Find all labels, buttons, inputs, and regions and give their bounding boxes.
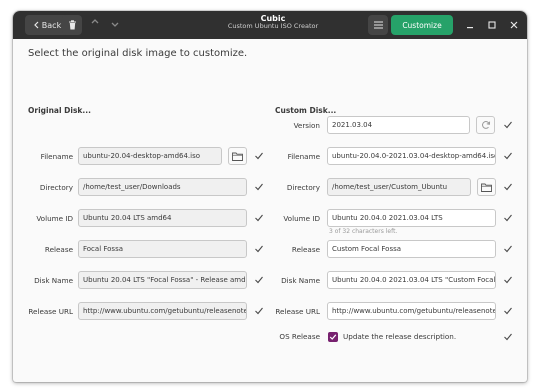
original-filename-label: Filename	[40, 152, 73, 161]
custom-directory-field[interactable]: /home/test_user/Custom_Ubuntu	[327, 178, 471, 196]
original-disk-name-label: Disk Name	[34, 276, 73, 285]
minimize-icon	[467, 27, 473, 29]
customize-button[interactable]: Customize	[391, 15, 453, 35]
original-release-url-field[interactable]: http://www.ubuntu.com/getubuntu/releasen…	[78, 302, 247, 320]
custom-filename-check-icon	[504, 152, 512, 160]
back-button-label: Back	[41, 20, 62, 30]
os-release-check-icon	[504, 333, 512, 341]
maximize-icon	[488, 21, 496, 29]
original-volume-id-field[interactable]: Ubuntu 20.04 LTS amd64	[78, 209, 247, 227]
folder-icon	[481, 183, 492, 192]
volume-id-char-hint: 3 of 32 characters left.	[329, 228, 398, 235]
custom-filename-label: Filename	[287, 152, 320, 161]
original-release-field[interactable]: Focal Fossa	[78, 240, 247, 258]
custom-disk-heading: Custom Disk...	[275, 106, 337, 115]
original-volume-id-label: Volume ID	[36, 214, 73, 223]
original-disk-name-field[interactable]: Ubuntu 20.04 LTS "Focal Fossa" - Release…	[78, 271, 247, 289]
custom-release-label: Release	[291, 245, 320, 254]
custom-directory-label: Directory	[286, 183, 320, 192]
redo-icon[interactable]	[108, 17, 122, 31]
os-release-checkbox-label[interactable]: Update the release description.	[343, 332, 456, 341]
original-directory-field[interactable]: /home/test_user/Downloads	[78, 178, 247, 196]
original-filename-field[interactable]: ubuntu-20.04-desktop-amd64.iso	[78, 147, 222, 165]
custom-release-url-label: Release URL	[275, 307, 320, 316]
custom-directory-check-icon	[504, 183, 512, 191]
custom-release-field[interactable]: Custom Focal Fossa	[327, 240, 496, 258]
undo-icon[interactable]	[88, 17, 102, 31]
os-release-checkbox[interactable]	[328, 332, 338, 342]
original-release-label: Release	[44, 245, 73, 254]
minimize-button[interactable]	[463, 18, 477, 32]
chevron-left-icon	[33, 21, 39, 29]
custom-version-label: Version	[293, 121, 320, 130]
trash-icon	[68, 20, 76, 30]
refresh-version-button[interactable]	[476, 116, 495, 134]
checkmark-icon	[329, 334, 337, 340]
cubic-window: Back Cubic Custom Ubuntu ISO Creator Cus…	[13, 11, 527, 382]
close-button[interactable]	[507, 18, 521, 32]
custom-volume-id-field[interactable]: Ubuntu 20.04.0 2021.03.04 LTS	[327, 209, 496, 227]
maximize-button[interactable]	[485, 18, 499, 32]
custom-disk-name-check-icon	[504, 276, 512, 284]
original-directory-label: Directory	[39, 183, 73, 192]
custom-volume-id-label: Volume ID	[283, 214, 320, 223]
refresh-icon	[481, 121, 490, 129]
menu-button[interactable]	[368, 15, 388, 35]
original-release-url-label: Release URL	[28, 307, 73, 316]
custom-release-url-check-icon	[504, 307, 512, 315]
page-prompt: Select the original disk image to custom…	[28, 48, 248, 59]
custom-volume-id-check-icon	[504, 214, 512, 222]
app-subtitle: Custom Ubuntu ISO Creator	[227, 22, 319, 31]
custom-disk-name-label: Disk Name	[281, 276, 320, 285]
header-bar: Back Cubic Custom Ubuntu ISO Creator Cus…	[13, 11, 527, 39]
custom-release-check-icon	[504, 245, 512, 253]
original-disk-heading: Original Disk...	[28, 106, 91, 115]
close-icon	[510, 21, 518, 29]
custom-disk-name-field[interactable]: Ubuntu 20.04.0 2021.03.04 LTS "Custom Fo…	[327, 271, 496, 289]
custom-release-url-field[interactable]: http://www.ubuntu.com/getubuntu/releasen…	[327, 302, 496, 320]
custom-version-field[interactable]: 2021.03.04	[327, 116, 470, 134]
os-release-label: OS Release	[279, 332, 320, 341]
custom-version-check-icon	[504, 121, 512, 129]
custom-filename-field[interactable]: ubuntu-20.04.0-2021.03.04-desktop-amd64.…	[327, 147, 496, 165]
window-title: Cubic Custom Ubuntu ISO Creator	[193, 14, 353, 31]
original-browse-button[interactable]	[228, 147, 247, 165]
custom-browse-button[interactable]	[477, 178, 496, 196]
hamburger-menu-icon	[373, 21, 383, 29]
delete-button[interactable]	[62, 15, 82, 35]
folder-icon	[232, 152, 243, 161]
